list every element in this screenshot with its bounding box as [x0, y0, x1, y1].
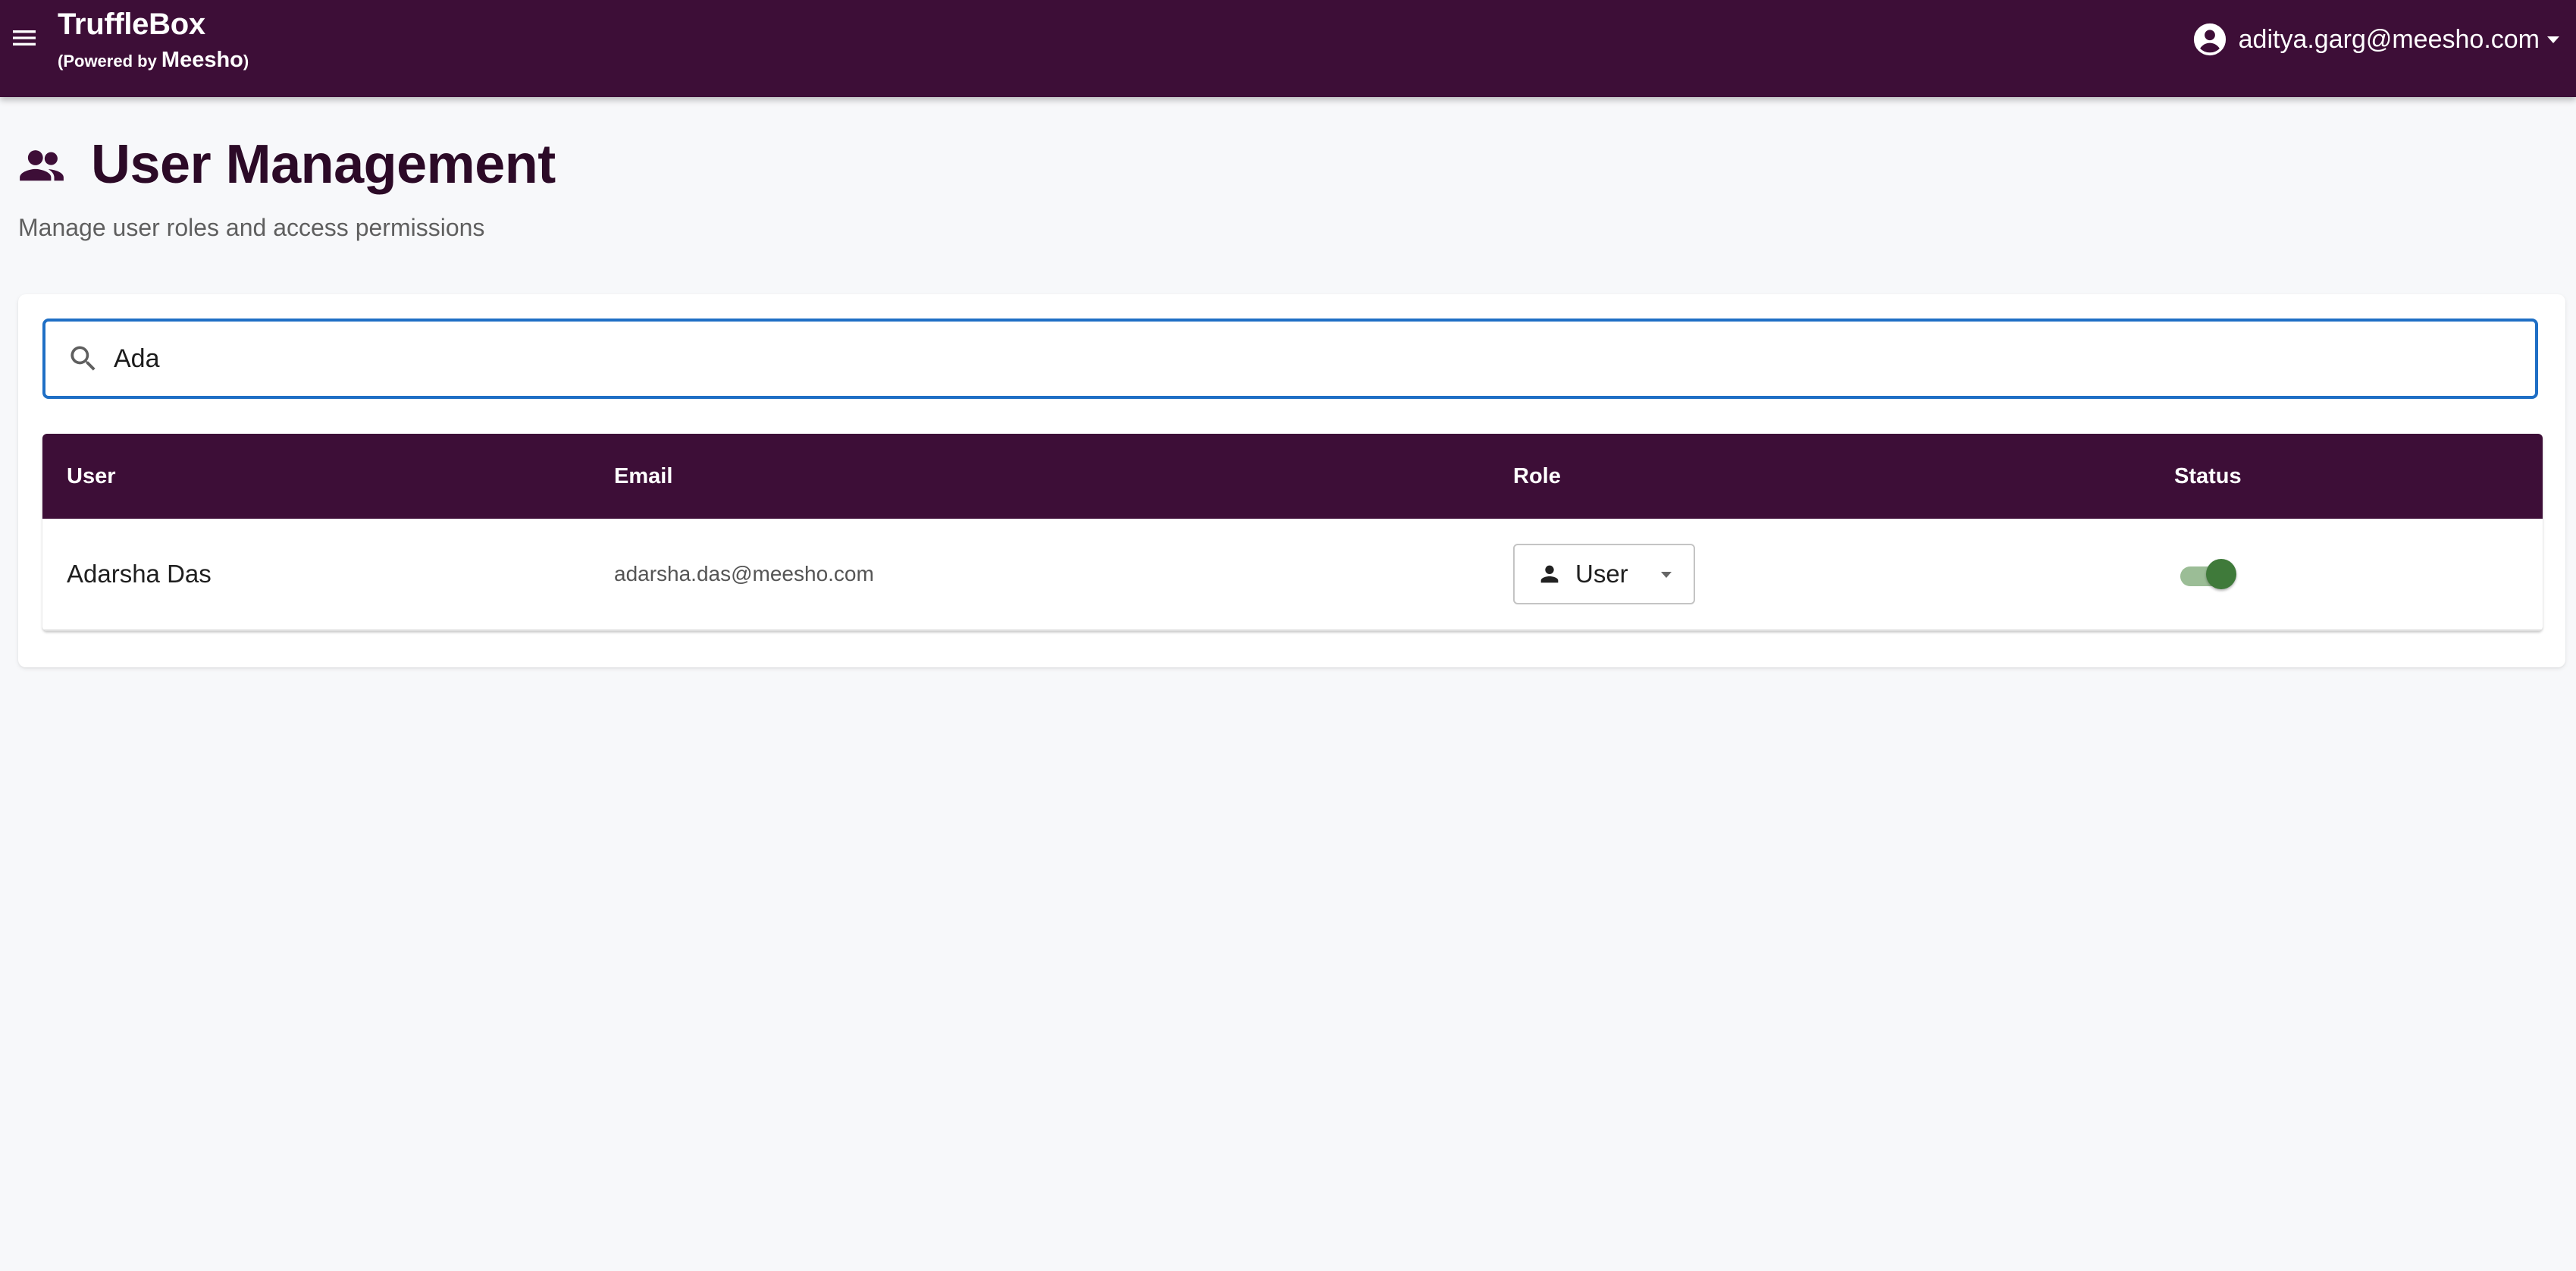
powered-by-prefix: (Powered by: [58, 52, 161, 71]
app-bar: TruffleBox (Powered by Meesho) aditya.ga…: [0, 0, 2576, 97]
search-input[interactable]: [114, 344, 2464, 374]
column-header-role: Role: [1513, 464, 1561, 488]
table-header: User Email Role Status: [42, 434, 2543, 519]
powered-by: (Powered by Meesho): [58, 49, 249, 73]
status-toggle[interactable]: [2174, 556, 2238, 592]
page-title: User Management: [91, 134, 556, 195]
powered-by-brand: Meesho: [161, 48, 243, 72]
user-management-card: User Email Role Status Adarsha Das adars…: [18, 294, 2565, 667]
users-table: User Email Role Status Adarsha Das adars…: [42, 434, 2543, 631]
column-header-email: Email: [614, 464, 673, 488]
powered-by-suffix: ): [243, 52, 249, 71]
cell-email: adarsha.das@meesho.com: [614, 519, 874, 629]
cell-user: Adarsha Das: [67, 519, 212, 629]
search-field[interactable]: [42, 319, 2538, 399]
table-row: Adarsha Das adarsha.das@meesho.com User: [42, 519, 2543, 631]
person-icon: [1536, 560, 1563, 588]
search-icon: [65, 341, 102, 377]
user-name: Adarsha Das: [67, 560, 212, 588]
app-title: TruffleBox: [58, 8, 205, 41]
user-email: adarsha.das@meesho.com: [614, 562, 874, 585]
user-menu[interactable]: aditya.garg@meesho.com: [2192, 20, 2561, 59]
page-subtitle: Manage user roles and access permissions: [18, 214, 485, 241]
role-select[interactable]: User: [1513, 544, 1695, 604]
column-header-status: Status: [2174, 464, 2242, 488]
menu-button[interactable]: [6, 20, 42, 56]
column-header-user: User: [67, 464, 116, 488]
cell-status: [2174, 519, 2238, 629]
role-value: User: [1575, 560, 1628, 588]
people-icon: [20, 150, 64, 181]
caret-down-icon: [2546, 32, 2561, 47]
brand: TruffleBox (Powered by Meesho): [58, 6, 249, 73]
hamburger-menu-icon: [13, 30, 36, 46]
current-user-email: aditya.garg@meesho.com: [2238, 25, 2540, 54]
cell-role: User: [1513, 519, 1695, 629]
dropdown-arrow-icon: [1657, 565, 1675, 583]
account-circle-icon: [2192, 21, 2228, 58]
toggle-thumb: [2206, 559, 2236, 589]
